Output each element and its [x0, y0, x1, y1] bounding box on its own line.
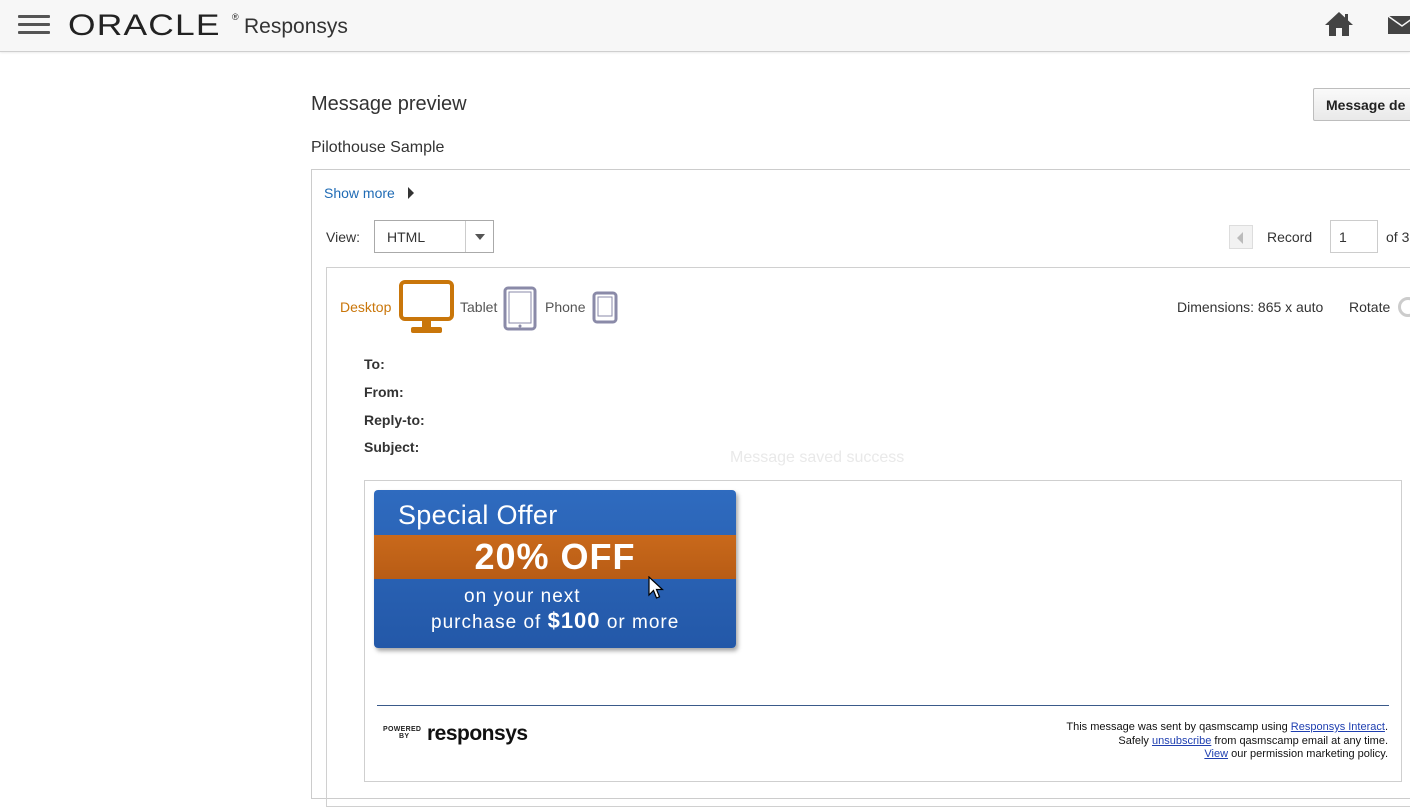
product-name: Responsys: [244, 15, 348, 38]
device-tablet-label[interactable]: Tablet: [460, 299, 497, 315]
mail-icon[interactable]: [1387, 15, 1410, 35]
device-desktop-label[interactable]: Desktop: [340, 299, 391, 315]
footer-policy: View our permission marketing policy.: [1204, 748, 1388, 760]
show-more-link[interactable]: Show more: [324, 185, 395, 201]
home-icon[interactable]: [1324, 10, 1354, 38]
responsys-brand: responsys: [427, 722, 528, 745]
powered-by-small: POWERED BY: [383, 726, 421, 740]
powered-word: POWERED: [383, 726, 422, 733]
subject-label: Subject:: [364, 439, 420, 455]
record-label: Record: [1267, 229, 1313, 245]
footer-unsubscribe: Safely unsubscribe from qasmscamp email …: [1118, 735, 1388, 747]
rotate-label[interactable]: Rotate: [1349, 299, 1390, 315]
top-navigation-bar: ORACLE ® Responsys: [0, 0, 1410, 52]
desktop-monitor-icon[interactable]: [399, 280, 454, 335]
mouse-cursor-icon: [648, 576, 664, 599]
registered-mark: ®: [232, 12, 239, 22]
record-number-input[interactable]: [1330, 220, 1378, 253]
from-label: From:: [364, 384, 404, 400]
tablet-icon[interactable]: [503, 286, 537, 331]
view-label: View:: [326, 229, 360, 245]
previous-record-button[interactable]: [1229, 225, 1253, 249]
chevron-down-icon[interactable]: [475, 234, 485, 240]
footer-line-1-pre: This message was sent by qasmscamp using: [1066, 721, 1291, 733]
expand-arrow-icon[interactable]: [408, 187, 414, 199]
footer-sent-by: This message was sent by qasmscamp using…: [1066, 721, 1388, 733]
dimensions-label: Dimensions: 865 x auto: [1177, 299, 1324, 315]
oracle-logo: ORACLE: [68, 9, 221, 42]
banner-line-1: on your next: [464, 586, 581, 607]
powered-by-responsys-logo: POWERED BY responsys: [380, 722, 535, 746]
footer-line-1-post: .: [1384, 721, 1388, 733]
banner-line-2-post: or more: [606, 612, 680, 633]
banner-line-2-pre: purchase of: [431, 612, 542, 633]
footer-line-3-post: our permission marketing policy.: [1228, 748, 1388, 760]
footer-line-2-post: from qasmscamp email at any time.: [1211, 735, 1388, 747]
reply-to-label: Reply-to:: [364, 412, 425, 428]
footer-divider: [377, 705, 1389, 706]
chevron-left-icon: [1237, 232, 1243, 244]
footer-line-2-pre: Safely: [1118, 735, 1152, 747]
responsys-interact-link[interactable]: Responsys Interact: [1291, 721, 1385, 733]
record-total: of 3: [1386, 229, 1410, 245]
message-details-button[interactable]: Message de: [1313, 88, 1410, 121]
faded-toast-message: Message saved success: [730, 449, 905, 466]
view-select[interactable]: HTML: [374, 220, 494, 253]
select-divider: [465, 221, 466, 252]
banner-line-2: purchase of $100 or more: [431, 608, 679, 634]
special-offer-banner: Special Offer 20% OFF on your next purch…: [374, 490, 736, 648]
to-label: To:: [364, 356, 385, 372]
message-name: Pilothouse Sample: [311, 139, 445, 156]
banner-title: Special Offer: [398, 500, 558, 530]
unsubscribe-link[interactable]: unsubscribe: [1152, 735, 1211, 747]
phone-icon[interactable]: [592, 291, 618, 324]
hamburger-menu-icon[interactable]: [18, 15, 50, 37]
device-phone-label[interactable]: Phone: [545, 299, 585, 315]
view-select-value: HTML: [387, 229, 426, 245]
banner-discount: 20% OFF: [474, 536, 636, 577]
banner-amount: $100: [547, 608, 601, 633]
view-policy-link[interactable]: View: [1204, 748, 1228, 760]
page-title: Message preview: [311, 93, 467, 115]
by-word: BY: [399, 733, 410, 740]
